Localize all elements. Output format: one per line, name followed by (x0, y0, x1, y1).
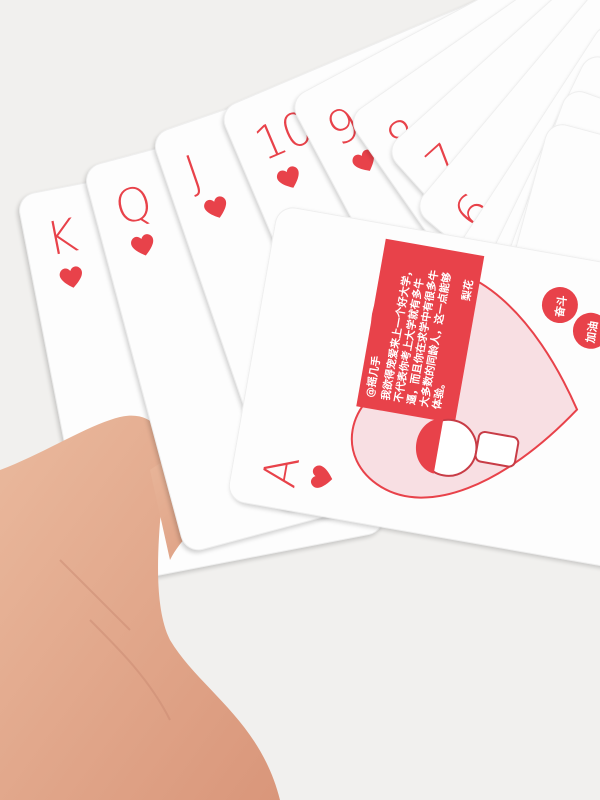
heart-suit-icon (131, 234, 154, 256)
card-rank: Q (108, 174, 157, 236)
bubble-label-jiayou: 加油 (583, 320, 600, 345)
heart-suit-icon (311, 465, 333, 488)
photo-scene: KQJ1098765432 @摇几手 (0, 0, 600, 800)
card-rank: J (177, 144, 208, 200)
